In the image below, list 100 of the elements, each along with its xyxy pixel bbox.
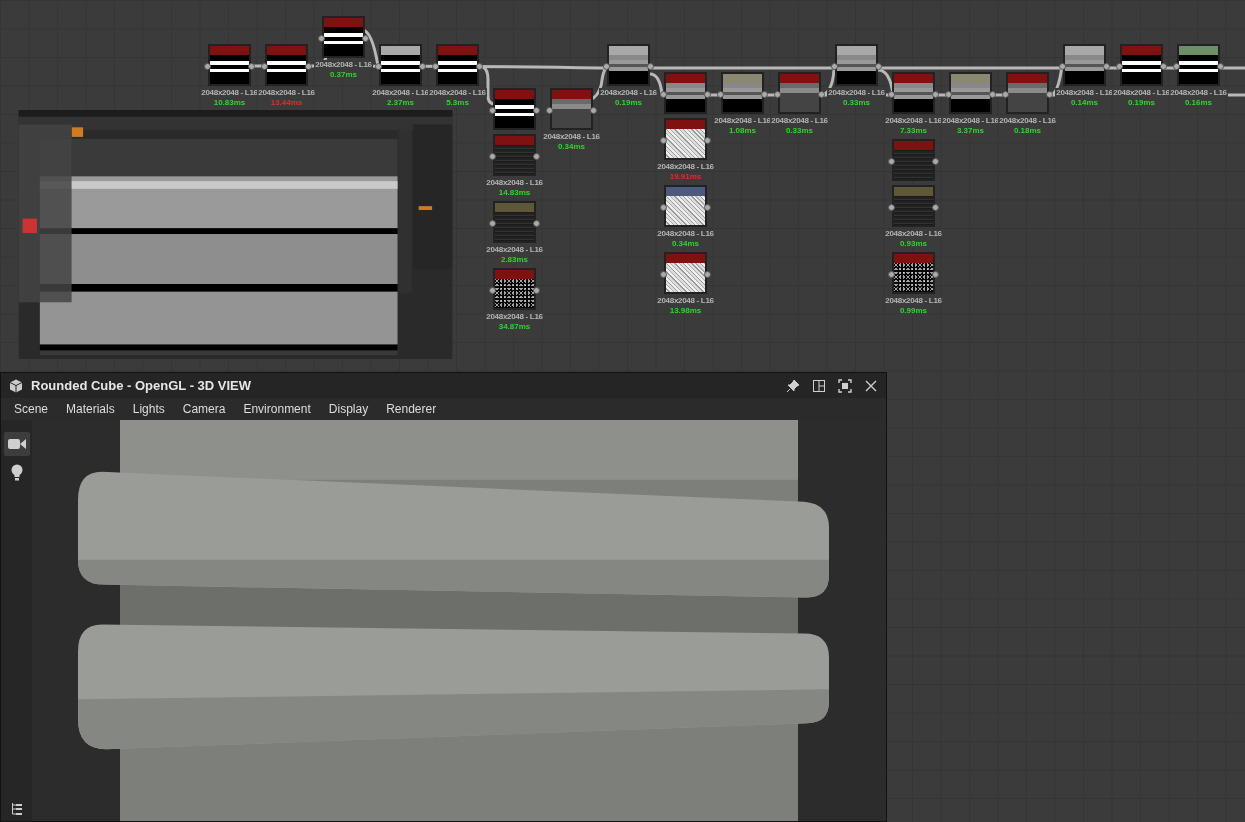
- pin-button[interactable]: [786, 378, 800, 393]
- input-port[interactable]: [945, 91, 952, 98]
- menu-item[interactable]: Camera: [173, 402, 235, 416]
- graph-node[interactable]: [265, 44, 308, 86]
- input-port[interactable]: [717, 91, 724, 98]
- input-port[interactable]: [660, 137, 667, 144]
- output-port[interactable]: [932, 91, 939, 98]
- output-port[interactable]: [533, 107, 540, 114]
- graph-node[interactable]: [493, 268, 536, 310]
- input-port[interactable]: [489, 220, 496, 227]
- graph-node[interactable]: [1006, 72, 1049, 114]
- menu-item[interactable]: Lights: [123, 402, 174, 416]
- node-thumbnail: [666, 129, 705, 158]
- split-button[interactable]: [812, 378, 826, 393]
- graph-node[interactable]: [493, 88, 536, 130]
- menu-item[interactable]: Materials: [57, 402, 124, 416]
- input-port[interactable]: [1173, 63, 1180, 70]
- input-port[interactable]: [432, 63, 439, 70]
- graph-node[interactable]: [892, 139, 935, 181]
- input-port[interactable]: [831, 63, 838, 70]
- input-port[interactable]: [1116, 63, 1123, 70]
- graph-node[interactable]: [1120, 44, 1163, 86]
- output-port[interactable]: [1046, 91, 1053, 98]
- graph-node[interactable]: [892, 185, 935, 227]
- output-port[interactable]: [932, 271, 939, 278]
- node-resolution: 2048x2048 - L16: [485, 245, 544, 254]
- input-port[interactable]: [1059, 63, 1066, 70]
- graph-node[interactable]: [664, 252, 707, 294]
- input-port[interactable]: [489, 107, 496, 114]
- output-port[interactable]: [476, 63, 483, 70]
- input-port[interactable]: [546, 107, 553, 114]
- output-port[interactable]: [533, 287, 540, 294]
- output-port[interactable]: [704, 91, 711, 98]
- input-port[interactable]: [888, 158, 895, 165]
- output-port[interactable]: [704, 204, 711, 211]
- input-port[interactable]: [660, 271, 667, 278]
- input-port[interactable]: [774, 91, 781, 98]
- graph-node[interactable]: [664, 72, 707, 114]
- graph-node[interactable]: [379, 44, 422, 86]
- output-port[interactable]: [989, 91, 996, 98]
- input-port[interactable]: [888, 204, 895, 211]
- graph-node[interactable]: [721, 72, 764, 114]
- maximize-button[interactable]: [838, 378, 852, 393]
- output-port[interactable]: [419, 63, 426, 70]
- graph-node[interactable]: [1177, 44, 1220, 86]
- input-port[interactable]: [489, 153, 496, 160]
- camera-tool-button[interactable]: [3, 432, 30, 456]
- output-port[interactable]: [761, 91, 768, 98]
- graph-node[interactable]: [1063, 44, 1106, 86]
- graph-node[interactable]: [892, 252, 935, 294]
- output-port[interactable]: [647, 63, 654, 70]
- graph-node[interactable]: [493, 201, 536, 243]
- output-port[interactable]: [932, 204, 939, 211]
- graph-node[interactable]: [949, 72, 992, 114]
- output-port[interactable]: [248, 63, 255, 70]
- menu-item[interactable]: Environment: [234, 402, 320, 416]
- menu-item[interactable]: Display: [319, 402, 378, 416]
- maximize-icon: [838, 378, 852, 393]
- output-port[interactable]: [704, 137, 711, 144]
- menu-item[interactable]: Renderer: [377, 402, 446, 416]
- graph-node[interactable]: [664, 118, 707, 160]
- output-port[interactable]: [1103, 63, 1110, 70]
- output-port[interactable]: [875, 63, 882, 70]
- output-port[interactable]: [590, 107, 597, 114]
- input-port[interactable]: [318, 35, 325, 42]
- node-resolution: 2048x2048 - L16: [371, 88, 430, 97]
- graph-node[interactable]: [607, 44, 650, 86]
- input-port[interactable]: [888, 91, 895, 98]
- node-resolution: 2048x2048 - L16: [941, 116, 1000, 125]
- input-port[interactable]: [660, 204, 667, 211]
- output-port[interactable]: [818, 91, 825, 98]
- output-port[interactable]: [704, 271, 711, 278]
- graph-node[interactable]: [835, 44, 878, 86]
- graph-node[interactable]: [322, 16, 365, 58]
- input-port[interactable]: [603, 63, 610, 70]
- output-port[interactable]: [932, 158, 939, 165]
- input-port[interactable]: [375, 63, 382, 70]
- graph-node[interactable]: [892, 72, 935, 114]
- input-port[interactable]: [261, 63, 268, 70]
- input-port[interactable]: [204, 63, 211, 70]
- output-port[interactable]: [533, 220, 540, 227]
- graph-node[interactable]: [664, 185, 707, 227]
- output-port[interactable]: [533, 153, 540, 160]
- graph-node[interactable]: [493, 134, 536, 176]
- menu-item[interactable]: Scene: [5, 402, 58, 416]
- output-port[interactable]: [305, 63, 312, 70]
- node-resolution: 2048x2048 - L16: [770, 116, 829, 125]
- input-port[interactable]: [888, 271, 895, 278]
- input-port[interactable]: [489, 287, 496, 294]
- node-thumbnail: [324, 27, 363, 56]
- close-button[interactable]: [864, 378, 878, 393]
- input-port[interactable]: [1002, 91, 1009, 98]
- output-port[interactable]: [1217, 63, 1224, 70]
- output-port[interactable]: [1160, 63, 1167, 70]
- graph-node[interactable]: [436, 44, 479, 86]
- graph-node[interactable]: [778, 72, 821, 114]
- output-port[interactable]: [362, 35, 369, 42]
- input-port[interactable]: [660, 91, 667, 98]
- graph-node[interactable]: [208, 44, 251, 86]
- graph-node[interactable]: [550, 88, 593, 130]
